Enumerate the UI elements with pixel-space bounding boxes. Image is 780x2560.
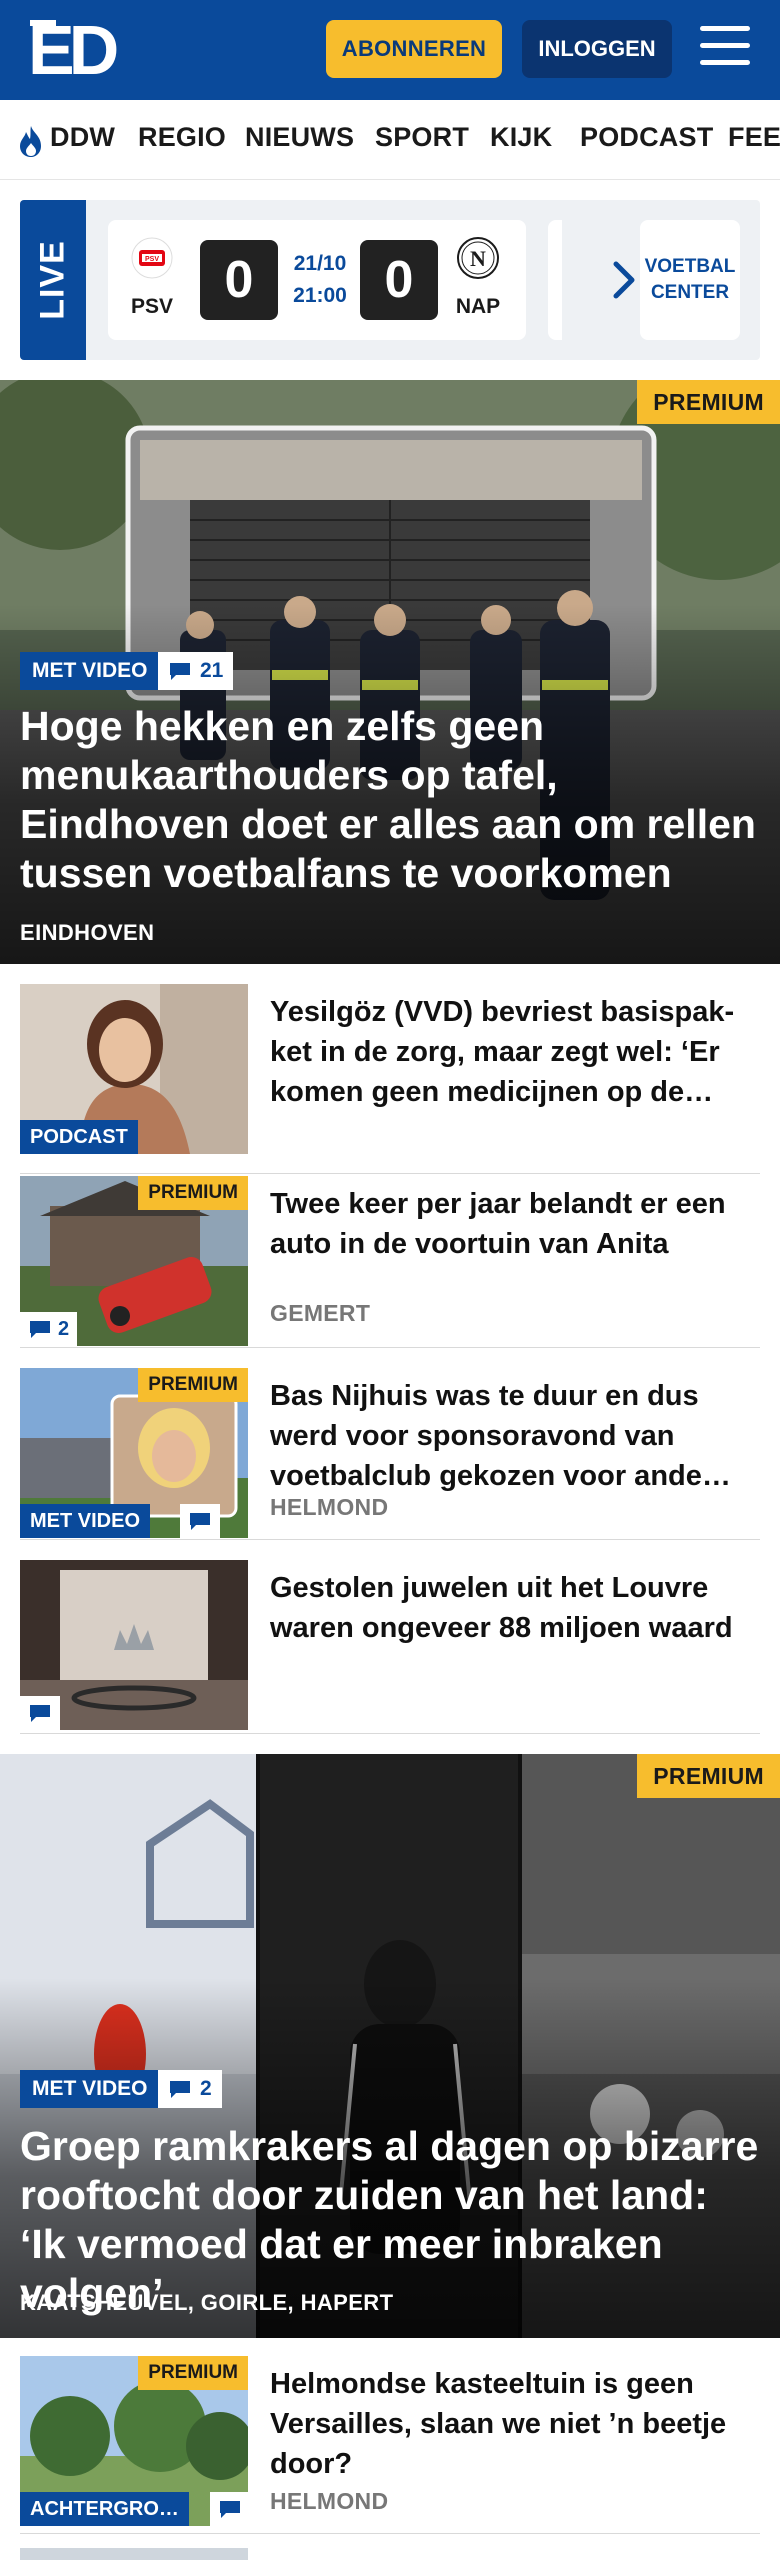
article-item[interactable]: PODCAST Yesilgöz (VVD) bevriest basispak…	[20, 984, 760, 1174]
live-tab[interactable]: LIVE	[20, 200, 86, 360]
home-team: PSV PSV	[122, 236, 182, 319]
premium-tag: PREMIUM	[637, 380, 780, 424]
comment-count-badge[interactable]	[20, 1696, 60, 1730]
comment-icon	[170, 2081, 190, 2098]
comment-icon	[30, 1321, 50, 1338]
article-location: GEMERT	[270, 1300, 371, 1326]
voetbal-center-label-2: CENTER	[650, 282, 730, 303]
nav-item-feed[interactable]: FEE	[728, 122, 780, 153]
voetbal-center-link[interactable]: VOETBAL CENTER	[640, 220, 740, 340]
article-thumbnail: PREMIUM MET VIDEO	[20, 1368, 248, 1538]
comment-count: 2	[200, 2077, 212, 2100]
hero-location: EINDHOVEN	[20, 920, 155, 945]
hero-headline[interactable]: Groep ramkrakers al dagen op bizarre roo…	[20, 2122, 760, 2318]
home-team-name: PSV	[130, 295, 174, 318]
nav-item-regio[interactable]: REGIO	[138, 122, 226, 153]
comment-count-badge[interactable]	[210, 2492, 248, 2526]
comment-count-badge[interactable]: 2	[158, 2070, 222, 2108]
thumb-premium-tag: PREMIUM	[138, 1176, 248, 1210]
hero-article-2[interactable]: PREMIUM MET VIDEO 2 Groep ramkrakers al …	[0, 1754, 780, 2338]
comment-count-badge[interactable]: 2	[20, 1312, 78, 1346]
video-badge: MET VIDEO	[20, 1504, 151, 1538]
svg-text:PSV: PSV	[145, 256, 159, 263]
comment-count: 21	[200, 659, 224, 682]
article-item[interactable]: Gestolen juwelen uit het Louvre waren on…	[20, 1560, 760, 1734]
article-headline[interactable]: Helmondse kasteeltuin is geen Versailles…	[270, 2364, 760, 2484]
background-badge: ACHTERGRO…	[20, 2492, 189, 2526]
voetbal-center-label-1: VOETBAL	[644, 256, 736, 277]
comment-icon	[190, 1513, 210, 1530]
site-header: ED ABONNEREN INLOGGEN	[0, 0, 780, 100]
match-date: 21/10	[293, 252, 347, 275]
video-badge: MET VIDEO	[20, 2070, 160, 2108]
napoli-crest-icon: N	[457, 237, 499, 279]
nav-item-ddw[interactable]: DDW	[50, 122, 115, 153]
article-item[interactable]: PREMIUM 2 Twee keer per jaar belandt er …	[20, 1176, 760, 1348]
nav-item-nieuws[interactable]: NIEUWS	[245, 122, 354, 153]
nav-item-podcast[interactable]: PODCAST	[580, 122, 713, 153]
comment-icon	[30, 1705, 50, 1722]
subscribe-button[interactable]: ABONNEREN	[326, 20, 502, 78]
logo-bar	[30, 20, 56, 26]
live-scores-widget: LIVE PSV PSV 0 21/10 21:00 0 N NAP VOETB…	[20, 200, 760, 360]
match-datetime: 21/10 21:00	[280, 248, 360, 312]
match-card[interactable]: PSV PSV 0 21/10 21:00 0 N NAP	[108, 220, 526, 340]
next-match-card[interactable]	[548, 220, 562, 340]
hero-article-1[interactable]: PREMIUM MET VIDEO 21 Hoge hekken en zelf…	[0, 380, 780, 964]
video-badge: MET VIDEO	[20, 652, 160, 690]
hero-location: KAATSHEUVEL, GOIRLE, HAPERT	[20, 2290, 394, 2315]
svg-text:N: N	[470, 246, 486, 271]
live-label: LIVE	[33, 240, 72, 320]
article-thumbnail: PODCAST	[20, 984, 248, 1154]
site-logo[interactable]: ED	[28, 15, 119, 85]
section-nav: DDW REGIO NIEUWS SPORT KIJK PODCAST FEE	[0, 100, 780, 180]
article-item[interactable]: PREMIUM MET VIDEO Bas Nijhuis was te duu…	[20, 1368, 760, 1540]
premium-tag: PREMIUM	[637, 1754, 780, 1798]
chevron-right-icon[interactable]	[604, 258, 644, 302]
away-team-name: NAP	[455, 295, 501, 318]
comment-count-badge[interactable]	[180, 1504, 220, 1538]
thumb-premium-tag: PREMIUM	[138, 1368, 248, 1402]
article-thumbnail: PREMIUM 2	[20, 1176, 248, 1346]
article-location: HELMOND	[270, 1494, 389, 1520]
flame-icon	[20, 126, 41, 157]
comment-icon	[170, 663, 190, 680]
away-team: N NAP	[448, 236, 508, 319]
article-headline[interactable]: Twee keer per jaar belandt er een auto i…	[270, 1184, 760, 1264]
login-button[interactable]: INLOGGEN	[522, 20, 672, 78]
nav-item-sport[interactable]: SPORT	[375, 122, 469, 153]
hamburger-menu-icon[interactable]	[700, 26, 750, 70]
article-item[interactable]: PREMIUM ACHTERGRO… Helmondse kasteeltuin…	[20, 2356, 760, 2534]
next-article-thumbnail-peek	[20, 2548, 248, 2560]
comment-icon	[220, 2501, 240, 2518]
away-score: 0	[360, 240, 438, 320]
home-score: 0	[200, 240, 278, 320]
comment-count-badge[interactable]: 21	[158, 652, 234, 690]
article-headline[interactable]: Bas Nijhuis was te duur en dus werd voor…	[270, 1376, 760, 1496]
article-headline[interactable]: Gestolen juwelen uit het Louvre waren on…	[270, 1568, 760, 1648]
comment-count: 2	[58, 1317, 70, 1340]
hero-headline[interactable]: Hoge hekken en zelfs geen menukaarthoude…	[20, 702, 760, 898]
match-time: 21:00	[293, 284, 347, 307]
psv-crest-icon: PSV	[131, 237, 173, 279]
article-location: HELMOND	[270, 2488, 389, 2514]
article-thumbnail	[20, 1560, 248, 1730]
article-headline[interactable]: Yesilgöz (VVD) bevriest basispak-ket in …	[270, 992, 760, 1112]
article-thumbnail: PREMIUM ACHTERGRO…	[20, 2356, 248, 2526]
thumb-premium-tag: PREMIUM	[138, 2356, 248, 2390]
podcast-badge: PODCAST	[20, 1120, 138, 1154]
nav-item-kijk[interactable]: KIJK	[490, 122, 552, 153]
